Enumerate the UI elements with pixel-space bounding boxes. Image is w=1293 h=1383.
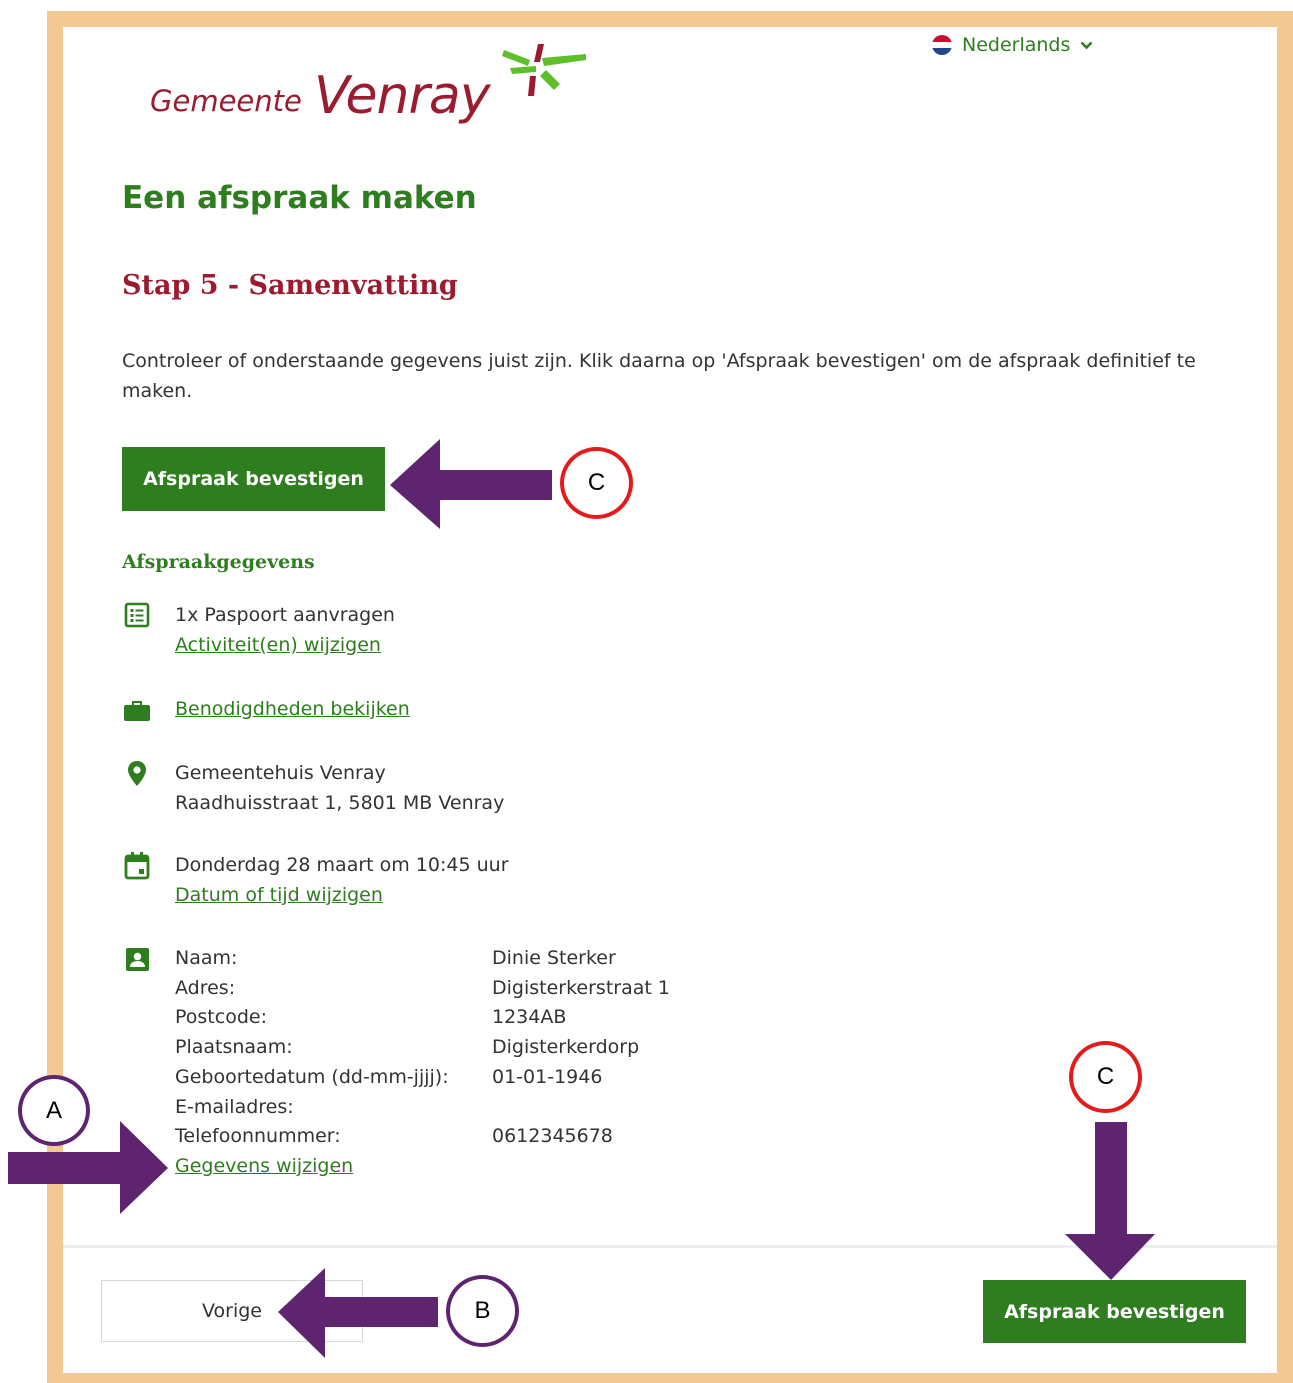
annotation-arrow-c-bottom	[1065, 1122, 1155, 1280]
annotation-marker-c-bottom: C	[1069, 1041, 1142, 1113]
